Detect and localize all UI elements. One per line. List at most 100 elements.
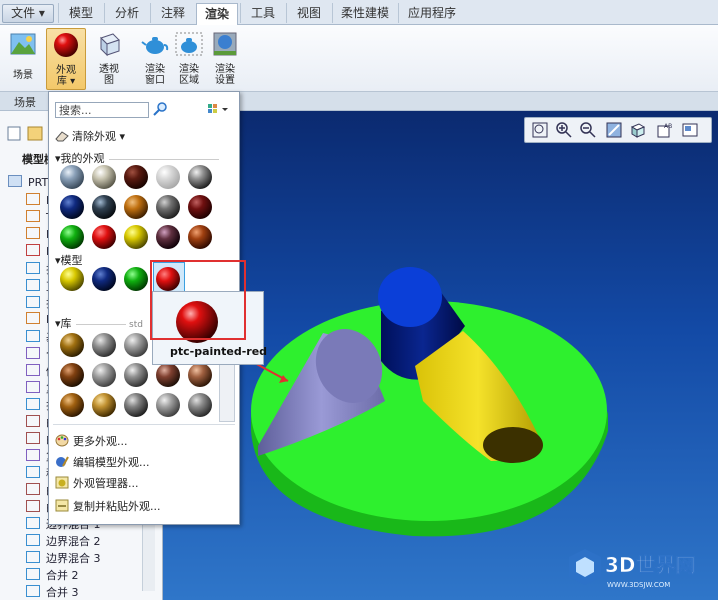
library-appearance-swatch[interactable]: [59, 362, 85, 388]
appearance-swatch[interactable]: [123, 224, 149, 250]
render-settings-button[interactable]: 渲染 设置: [206, 28, 244, 88]
tab-view[interactable]: 视图: [286, 3, 331, 23]
appearance-swatch[interactable]: [123, 164, 149, 190]
tab-tools[interactable]: 工具: [240, 3, 285, 23]
tree-feature-icon: [26, 381, 40, 393]
tree-item-label: 边界混合 3: [46, 552, 101, 565]
palette-icon: [55, 434, 69, 447]
tree-feature-icon: [26, 364, 40, 376]
library-appearance-swatch[interactable]: [187, 392, 213, 418]
tree-feature-icon: [26, 466, 40, 478]
tree-feature-icon: [8, 175, 22, 187]
tree-feature-icon: [26, 244, 40, 256]
tab-analysis[interactable]: 分析: [104, 3, 149, 23]
tree-item[interactable]: 边界混合 3: [26, 550, 101, 566]
perspective-cube-icon: [100, 33, 120, 57]
tree-feature-icon: [26, 483, 40, 495]
library-appearance-swatch[interactable]: [59, 392, 85, 418]
library-appearance-swatch[interactable]: [123, 362, 149, 388]
svg-text:3D世界网: 3D世界网: [605, 553, 696, 577]
appearance-swatch[interactable]: [59, 224, 85, 250]
appearance-swatch[interactable]: [59, 164, 85, 190]
render-settings-icon: [213, 32, 237, 56]
library-appearance-swatch[interactable]: [155, 392, 181, 418]
ribbon-tabbar: 文件 ▾ 模型 分析 注释 渲染 工具 视图 柔性建模 应用程序: [0, 0, 718, 25]
copy-paste-icon: [55, 499, 69, 512]
appearance-swatch[interactable]: [91, 164, 117, 190]
appearance-swatch[interactable]: [59, 194, 85, 220]
edit-model-appearance-item[interactable]: 编辑模型外观...: [55, 454, 150, 470]
appearance-manager-icon: [55, 476, 69, 489]
library-appearance-swatch[interactable]: [59, 332, 85, 358]
appearance-swatch[interactable]: [91, 224, 117, 250]
red-sphere-icon: [54, 33, 78, 57]
more-appearances-item[interactable]: 更多外观...: [55, 433, 128, 449]
library-appearance-swatch[interactable]: [155, 362, 181, 388]
appearance-swatch[interactable]: [155, 164, 181, 190]
tree-feature-icon: [26, 347, 40, 359]
tab-annotate[interactable]: 注释: [150, 3, 195, 23]
appearance-swatch[interactable]: [91, 194, 117, 220]
tree-toolbar-icons[interactable]: [4, 125, 52, 143]
appearance-manager-item[interactable]: 外观管理器...: [55, 475, 139, 491]
tree-feature-icon: [26, 551, 40, 563]
scene-button[interactable]: 场景: [4, 28, 42, 88]
tree-item[interactable]: 合并 2: [26, 567, 79, 583]
appearance-library-button[interactable]: 外观库 ▾: [46, 28, 86, 90]
tree-feature-icon: [26, 585, 40, 597]
group-label-scene: 场景: [14, 96, 36, 109]
model-appearance-swatch[interactable]: [59, 266, 85, 292]
render-window-button[interactable]: 渲染 窗口: [136, 28, 174, 88]
tree-item-label: 合并 3: [46, 586, 79, 599]
tree-feature-icon: [26, 534, 40, 546]
svg-text:WWW.3DSJW.COM: WWW.3DSJW.COM: [607, 581, 670, 589]
tree-feature-icon: [26, 500, 40, 512]
tab-model[interactable]: 模型: [58, 3, 103, 23]
tab-render[interactable]: 渲染: [196, 3, 238, 25]
appearance-swatch[interactable]: [187, 224, 213, 250]
library-appearance-swatch[interactable]: [187, 362, 213, 388]
appearance-swatch[interactable]: [123, 194, 149, 220]
library-appearance-swatch[interactable]: [91, 392, 117, 418]
copy-paste-appearance-item[interactable]: 复制并粘贴外观...: [55, 498, 161, 514]
tree-item[interactable]: 边界混合 2: [26, 533, 101, 549]
tree-feature-icon: [26, 262, 40, 274]
library-section[interactable]: ▾库 std: [55, 315, 143, 331]
clear-appearance[interactable]: 清除外观 ▾: [55, 128, 125, 144]
tree-feature-icon: [26, 415, 40, 427]
library-appearance-swatch[interactable]: [91, 362, 117, 388]
appearance-swatch[interactable]: [187, 164, 213, 190]
library-appearance-swatch[interactable]: [91, 332, 117, 358]
render-region-button[interactable]: 渲染 区域: [170, 28, 208, 88]
model-appearance-swatch[interactable]: [91, 266, 117, 292]
view-options-icon[interactable]: [207, 102, 231, 116]
tooltip-label: ptc-painted-red: [170, 345, 268, 358]
tree-feature-icon: [26, 517, 40, 529]
search-icon[interactable]: [153, 102, 167, 116]
tree-feature-icon: [26, 398, 40, 410]
library-appearance-swatch[interactable]: [123, 332, 149, 358]
teapot-icon: [141, 37, 169, 54]
edit-appearance-icon: [56, 456, 69, 467]
scene-icon: [10, 33, 36, 55]
blue-cylinder-top[interactable]: [378, 267, 442, 327]
tree-item[interactable]: 合并 3: [26, 584, 79, 600]
appearance-swatch[interactable]: [187, 194, 213, 220]
tree-feature-icon: [26, 568, 40, 580]
tab-flexible-modeling[interactable]: 柔性建模: [332, 3, 397, 23]
appearance-swatch[interactable]: [155, 194, 181, 220]
tree-feature-icon: [26, 296, 40, 308]
tab-applications[interactable]: 应用程序: [398, 3, 465, 23]
search-input[interactable]: 搜索...: [55, 102, 149, 118]
appearance-swatch[interactable]: [155, 224, 181, 250]
perspective-button[interactable]: 透视图: [90, 28, 128, 88]
tree-feature-icon: [26, 227, 40, 239]
teapot-region-icon: [175, 32, 203, 56]
tree-feature-icon: [26, 330, 40, 342]
menu-divider: [53, 424, 235, 425]
library-appearance-swatch[interactable]: [123, 392, 149, 418]
tab-file[interactable]: 文件 ▾: [2, 4, 54, 23]
tree-item-label: 合并 2: [46, 569, 79, 582]
model-appearance-swatch[interactable]: [123, 266, 149, 292]
annotation-red-box: [150, 260, 246, 340]
